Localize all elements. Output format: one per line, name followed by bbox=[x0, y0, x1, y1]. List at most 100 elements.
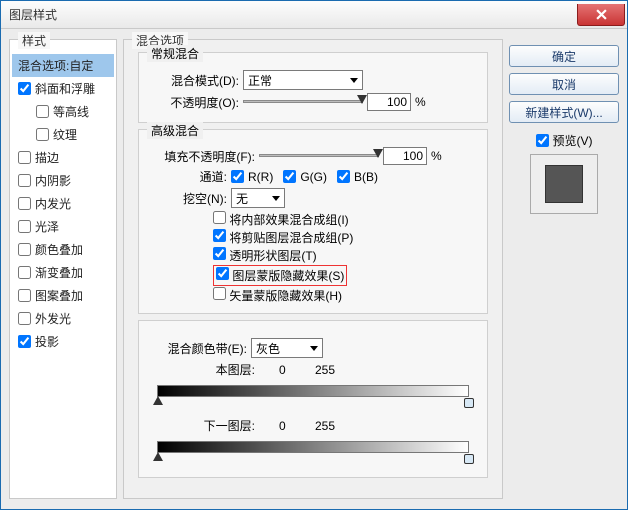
style-item[interactable]: 渐变叠加 bbox=[12, 261, 114, 284]
advanced-blend-group: 高级混合 填充不透明度(F): 100 % 通道: R(R bbox=[138, 129, 488, 314]
under-layer-label: 下一图层: bbox=[195, 417, 255, 434]
fill-opacity-label: 填充不透明度(F): bbox=[147, 148, 255, 165]
fill-opacity-input[interactable]: 100 bbox=[383, 147, 427, 165]
style-checkbox[interactable] bbox=[18, 289, 31, 302]
styles-fieldset: 样式 混合选项:自定斜面和浮雕等高线纹理描边内阴影内发光光泽颜色叠加渐变叠加图案… bbox=[9, 39, 117, 499]
this-layer-max: 255 bbox=[315, 363, 335, 377]
blend-mode-label: 混合模式(D): bbox=[147, 72, 239, 89]
knockout-label: 挖空(N): bbox=[169, 190, 227, 207]
this-layer-min: 0 bbox=[259, 363, 311, 377]
preview-swatch bbox=[545, 165, 583, 203]
window-title: 图层样式 bbox=[9, 6, 577, 23]
preview-box bbox=[530, 154, 598, 214]
right-panel: 确定 取消 新建样式(W)... 预览(V) bbox=[509, 39, 619, 499]
knockout-value: 无 bbox=[236, 190, 248, 207]
blending-options-panel: 混合选项 常规混合 混合模式(D): 正常 不透明度( bbox=[123, 39, 503, 499]
adv-option-row: 将剪贴图层混合成组(P) bbox=[147, 229, 479, 246]
percent-label: % bbox=[431, 149, 442, 163]
blend-if-label: 混合颜色带(E): bbox=[147, 340, 247, 357]
style-checkbox[interactable] bbox=[18, 266, 31, 279]
knockout-select[interactable]: 无 bbox=[231, 188, 285, 208]
close-button[interactable] bbox=[577, 4, 625, 26]
style-checkbox[interactable] bbox=[18, 312, 31, 325]
adv-option-checkbox[interactable] bbox=[213, 287, 226, 300]
under-layer-slider[interactable] bbox=[157, 437, 469, 459]
cancel-button[interactable]: 取消 bbox=[509, 73, 619, 95]
style-item[interactable]: 外发光 bbox=[12, 307, 114, 330]
advanced-blend-legend: 高级混合 bbox=[147, 122, 203, 139]
chevron-down-icon bbox=[350, 78, 358, 83]
style-item[interactable]: 图案叠加 bbox=[12, 284, 114, 307]
adv-option-label: 将内部效果混合成组(I) bbox=[229, 213, 348, 227]
advanced-options-list: 将内部效果混合成组(I) 将剪贴图层混合成组(P) 透明形状图层(T) 图层蒙版… bbox=[147, 211, 479, 304]
blend-if-select[interactable]: 灰色 bbox=[251, 338, 323, 358]
style-item[interactable]: 描边 bbox=[12, 146, 114, 169]
preview-label: 预览(V) bbox=[553, 132, 593, 149]
adv-option-label: 图层蒙版隐藏效果(S) bbox=[232, 269, 344, 283]
style-label: 纹理 bbox=[53, 126, 77, 143]
fill-opacity-slider[interactable] bbox=[259, 149, 379, 163]
channel-label: 通道: bbox=[187, 168, 227, 185]
style-item[interactable]: 内阴影 bbox=[12, 169, 114, 192]
blend-if-value: 灰色 bbox=[256, 340, 280, 357]
style-label: 图案叠加 bbox=[35, 287, 83, 304]
adv-option-checkbox[interactable] bbox=[213, 211, 226, 224]
styles-panel: 样式 混合选项:自定斜面和浮雕等高线纹理描边内阴影内发光光泽颜色叠加渐变叠加图案… bbox=[9, 39, 117, 499]
style-checkbox[interactable] bbox=[18, 82, 31, 95]
channel-r-checkbox[interactable] bbox=[231, 170, 244, 183]
blend-mode-value: 正常 bbox=[248, 72, 272, 89]
adv-option-checkbox[interactable] bbox=[216, 267, 229, 280]
blending-options-fieldset: 混合选项 常规混合 混合模式(D): 正常 不透明度( bbox=[123, 39, 503, 499]
under-layer-max: 255 bbox=[315, 419, 335, 433]
chevron-down-icon bbox=[272, 196, 280, 201]
percent-label: % bbox=[415, 95, 426, 109]
style-checkbox[interactable] bbox=[18, 243, 31, 256]
new-style-button[interactable]: 新建样式(W)... bbox=[509, 101, 619, 123]
preview-checkbox[interactable] bbox=[536, 134, 549, 147]
style-label: 光泽 bbox=[35, 218, 59, 235]
style-label: 等高线 bbox=[53, 103, 89, 120]
adv-option-row: 图层蒙版隐藏效果(S) bbox=[147, 265, 479, 286]
style-label: 内发光 bbox=[35, 195, 71, 212]
this-layer-slider[interactable] bbox=[157, 381, 469, 403]
style-label: 外发光 bbox=[35, 310, 71, 327]
style-item[interactable]: 投影 bbox=[12, 330, 114, 353]
style-item[interactable]: 纹理 bbox=[12, 123, 114, 146]
channel-g-label: G(G) bbox=[300, 170, 327, 184]
channel-r-label: R(R) bbox=[248, 170, 273, 184]
adv-option-label: 矢量蒙版隐藏效果(H) bbox=[229, 289, 342, 303]
this-layer-label: 本图层: bbox=[195, 361, 255, 378]
close-icon bbox=[596, 9, 607, 20]
style-item[interactable]: 内发光 bbox=[12, 192, 114, 215]
styles-legend: 样式 bbox=[18, 32, 50, 49]
adv-option-row: 矢量蒙版隐藏效果(H) bbox=[147, 287, 479, 304]
opacity-label: 不透明度(O): bbox=[147, 94, 239, 111]
style-item[interactable]: 混合选项:自定 bbox=[12, 54, 114, 77]
ok-button[interactable]: 确定 bbox=[509, 45, 619, 67]
adv-option-label: 透明形状图层(T) bbox=[229, 249, 316, 263]
adv-option-label: 将剪贴图层混合成组(P) bbox=[229, 231, 353, 245]
channel-g-checkbox[interactable] bbox=[283, 170, 296, 183]
style-item[interactable]: 斜面和浮雕 bbox=[12, 77, 114, 100]
style-label: 内阴影 bbox=[35, 172, 71, 189]
style-checkbox[interactable] bbox=[18, 335, 31, 348]
style-checkbox[interactable] bbox=[36, 105, 49, 118]
adv-option-checkbox[interactable] bbox=[213, 247, 226, 260]
style-checkbox[interactable] bbox=[18, 197, 31, 210]
layer-style-dialog: 图层样式 样式 混合选项:自定斜面和浮雕等高线纹理描边内阴影内发光光泽颜色叠加渐… bbox=[0, 0, 628, 510]
titlebar: 图层样式 bbox=[1, 1, 627, 29]
style-checkbox[interactable] bbox=[18, 174, 31, 187]
opacity-slider[interactable] bbox=[243, 95, 363, 109]
style-checkbox[interactable] bbox=[18, 220, 31, 233]
adv-option-checkbox[interactable] bbox=[213, 229, 226, 242]
channel-b-checkbox[interactable] bbox=[337, 170, 350, 183]
blend-mode-select[interactable]: 正常 bbox=[243, 70, 363, 90]
opacity-input[interactable]: 100 bbox=[367, 93, 411, 111]
style-item[interactable]: 等高线 bbox=[12, 100, 114, 123]
style-label: 颜色叠加 bbox=[35, 241, 83, 258]
style-item[interactable]: 光泽 bbox=[12, 215, 114, 238]
blend-if-group: 混合颜色带(E): 灰色 本图层: 0 255 bbox=[138, 320, 488, 478]
style-checkbox[interactable] bbox=[36, 128, 49, 141]
style-checkbox[interactable] bbox=[18, 151, 31, 164]
style-item[interactable]: 颜色叠加 bbox=[12, 238, 114, 261]
